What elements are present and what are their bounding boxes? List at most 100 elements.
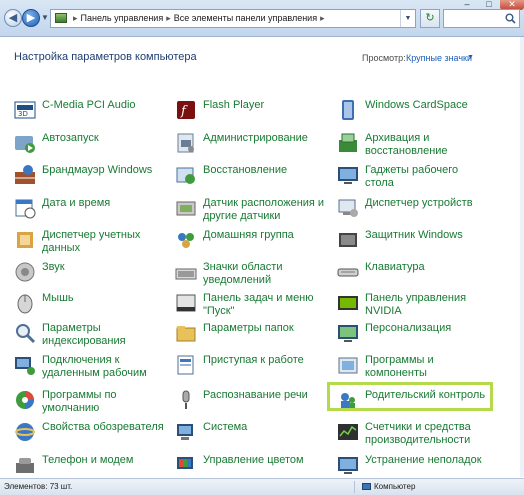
item-label: Управление цветом [203, 454, 304, 466]
item-label: Подключения к удаленным рабочим [42, 354, 147, 379]
item-label: Значки области уведомлений [203, 261, 283, 286]
item-label: Приступая к работе [203, 354, 304, 366]
item-label: C-Media PCI Audio [42, 99, 136, 111]
item-label: Клавиатура [365, 261, 425, 273]
cardspace-icon [337, 99, 359, 121]
credential-manager-icon [14, 229, 36, 251]
item-label: Счетчики и средства производительности [365, 421, 471, 446]
chevron-down-icon[interactable]: ▼ [467, 54, 474, 61]
item-label: Домашняя группа [203, 229, 294, 241]
status-bar: Элементов: 73 шт. Компьютер [0, 478, 524, 495]
item-label: Мышь [42, 292, 74, 304]
item-label: Flash Player [203, 99, 265, 111]
backup-icon [337, 132, 359, 154]
selection-highlight [327, 382, 493, 411]
item-label: Брандмауэр Windows [42, 164, 153, 176]
recent-pages-dropdown[interactable]: ▼ [41, 13, 49, 22]
address-dropdown-button[interactable]: ▼ [400, 10, 415, 27]
autoplay-icon [14, 132, 36, 154]
default-programs-icon [14, 389, 36, 411]
remote-desktop-icon [14, 354, 36, 376]
datetime-icon [14, 197, 36, 219]
back-button[interactable]: ◀ [4, 9, 22, 27]
item-label: Телефон и модем [42, 454, 134, 466]
programs-icon [337, 354, 359, 376]
breadcrumb-separator: ▸ [320, 13, 325, 23]
item-label: Диспетчер учетных данных [42, 229, 141, 254]
item-label: Распознавание речи [203, 389, 308, 401]
item-label: Система [203, 421, 248, 433]
sensor-icon [175, 197, 197, 219]
indexing-icon [14, 322, 36, 344]
nvidia-icon [337, 292, 359, 314]
item-label: Устранение неполадок [365, 454, 482, 466]
taskbar-icon [175, 292, 197, 314]
item-label: Архивация и восстановление [365, 132, 448, 157]
performance-icon [337, 421, 359, 443]
defender-icon [337, 229, 359, 251]
status-divider [354, 481, 355, 493]
right-arrow-icon: ▶ [26, 12, 36, 24]
item-label: Диспетчер устройств [365, 197, 473, 209]
troubleshooting-icon [337, 454, 359, 476]
item-label: Датчик расположения и другие датчики [203, 197, 325, 222]
color-management-icon [175, 454, 197, 476]
location-indicator: Компьютер [362, 482, 415, 491]
internet-options-icon [14, 421, 36, 443]
notification-icons-icon [175, 261, 197, 283]
personalization-icon [337, 322, 359, 344]
speech-icon [175, 389, 197, 411]
folder-options-icon [175, 322, 197, 344]
forward-button[interactable]: ▶ [22, 9, 40, 27]
navigation-bar: – □ ✕ ◀ ▶ ▼ ▸ Панель управления ▸ Все элеме… [0, 0, 524, 37]
items-count: Элементов: 73 шт. [4, 482, 73, 491]
svg-text:3D: 3D [18, 110, 28, 118]
page-title: Настройка параметров компьютера [14, 51, 197, 63]
item-label: Персонализация [365, 322, 452, 334]
breadcrumb-all-items[interactable]: Все элементы панели управления [174, 13, 317, 23]
left-arrow-icon: ◀ [8, 12, 18, 24]
item-label: Гаджеты рабочего стола [365, 164, 459, 189]
view-by-dropdown[interactable]: Крупные значки [406, 53, 472, 63]
keyboard-icon [337, 261, 359, 283]
audio-icon: 3D [14, 99, 36, 121]
mouse-icon [14, 292, 36, 314]
breadcrumb-separator: ▸ [166, 13, 171, 23]
item-label: Программы и компоненты [365, 354, 434, 379]
item-label: Программы по умолчанию [42, 389, 117, 414]
location-label: Компьютер [374, 482, 416, 491]
view-by-label: Просмотр: [362, 53, 406, 63]
item-label: Администрирование [203, 132, 308, 144]
item-label: Свойства обозревателя [42, 421, 164, 433]
homegroup-icon [175, 229, 197, 251]
system-icon [175, 421, 197, 443]
flash-icon: f [175, 99, 197, 121]
recovery-icon [175, 164, 197, 186]
item-label: Панель задач и меню "Пуск" [203, 292, 314, 317]
address-bar[interactable]: ▸ Панель управления ▸ Все элементы панели у… [50, 9, 416, 28]
vertical-scrollbar[interactable] [520, 37, 524, 477]
sound-icon [14, 261, 36, 283]
item-label: Звук [42, 261, 65, 273]
admin-tools-icon [175, 132, 197, 154]
item-label: Панель управления NVIDIA [365, 292, 467, 317]
refresh-button[interactable]: ↻ [420, 9, 440, 28]
firewall-icon [14, 164, 36, 186]
item-label: Защитник Windows [365, 229, 463, 241]
item-label: Дата и время [42, 197, 111, 209]
getting-started-icon [175, 354, 197, 376]
computer-icon [362, 483, 371, 491]
search-input[interactable] [443, 9, 520, 28]
phone-modem-icon [14, 454, 36, 476]
search-icon [505, 13, 516, 24]
breadcrumb-control-panel[interactable]: Панель управления [81, 13, 164, 23]
item-label: Параметры папок [203, 322, 294, 334]
item-label: Windows CardSpace [365, 99, 468, 111]
item-label: Автозапуск [42, 132, 99, 144]
item-label: Параметры индексирования [42, 322, 126, 347]
breadcrumb-separator: ▸ [73, 13, 78, 23]
item-label: Восстановление [203, 164, 288, 176]
refresh-icon: ↻ [425, 12, 435, 24]
device-manager-icon [337, 197, 359, 219]
control-panel-icon [55, 13, 67, 23]
